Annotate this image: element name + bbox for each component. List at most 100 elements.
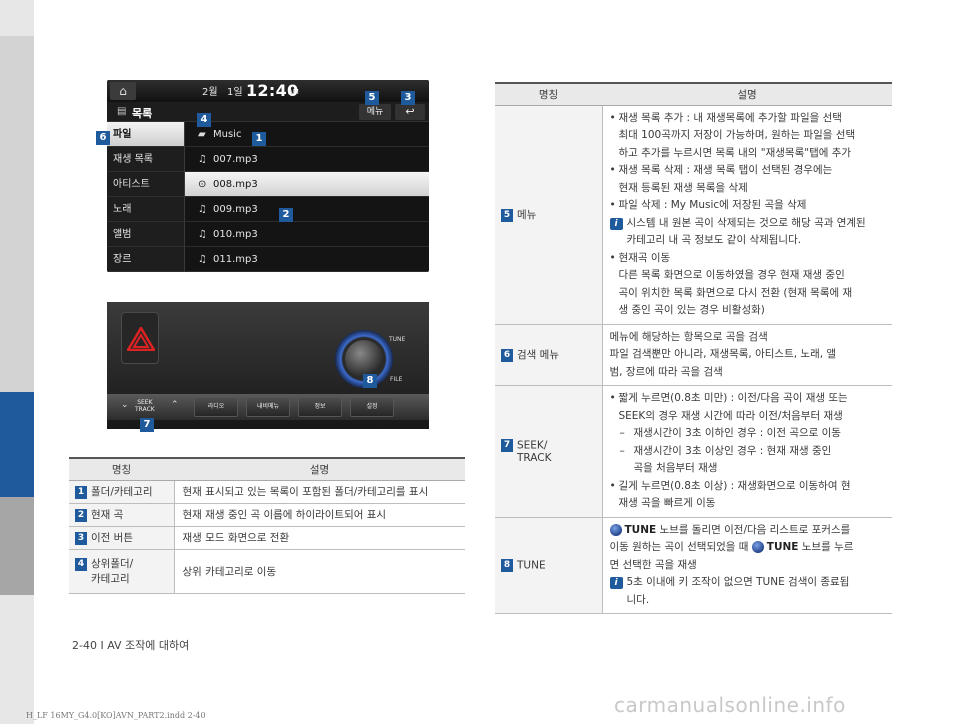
row-marker: 7 (501, 438, 513, 452)
table-row: 5 메뉴 재생 목록 추가 : 내 재생목록에 추가할 파일을 선택 최대 100… (495, 105, 892, 325)
table-header-desc: 설명 (602, 82, 892, 106)
desc-line: 메뉴에 해당하는 항목으로 곡을 검색 (609, 330, 768, 343)
desc-line: 파일 검색뿐만 아니라, 재생목록, 아티스트, 노래, 앨 (609, 348, 837, 360)
file-list: ▰ Music ♫ 007.mp3 ⊙ 008.mp3 ♫ 009.mp3 ♫ … (185, 122, 429, 272)
desc-line: 곡이 위치한 목록 화면으로 다시 전환 (현재 목록에 재 (618, 286, 853, 299)
desc-line: 생 중인 곡이 있는 경우 비활성화) (618, 304, 765, 316)
category-genre[interactable]: 장르 (107, 247, 184, 272)
row-name: 상위폴더/ (91, 558, 134, 570)
list-item[interactable]: ♫ 010.mp3 (185, 222, 429, 247)
home-icon[interactable]: ⌂ (110, 82, 136, 100)
legend-table-1: 명칭 설명 1 폴더/카테고리 현재 표시되고 있는 목록이 포함된 폴더/카테고… (69, 457, 465, 594)
row-desc: 상위 카테고리로 이동 (174, 549, 465, 594)
callout-marker: 6 (96, 131, 110, 145)
nav-menu-button[interactable]: 내비메뉴 (246, 397, 290, 417)
list-item[interactable]: ♫ 007.mp3 (185, 147, 429, 172)
seek-track-button[interactable]: ⌄ SEEK TRACK ⌃ (107, 394, 187, 420)
list-title-bar: ▤ 목록 메뉴 ↩ (107, 102, 429, 122)
row-name-2: TRACK (517, 451, 552, 464)
row-desc: TUNE 노브를 돌리면 이전/다음 리스트로 포커스를 이동 원하는 곡이 선… (602, 517, 892, 614)
legend-table-2: 명칭 설명 5 메뉴 재생 목록 추가 : 내 재생목록에 추가할 파일을 선택 … (495, 82, 892, 614)
row-marker: 8 (501, 558, 513, 572)
desc-line: SEEK의 경우 재생 시간에 따라 이전/처음부터 재생 (618, 409, 843, 422)
category-playlist[interactable]: 재생 목록 (107, 147, 184, 172)
desc-line: 재생 곡을 빠르게 이동 (618, 497, 716, 509)
music-note-icon: ♫ (198, 204, 207, 215)
callout-marker: 5 (365, 91, 379, 105)
desc-line: 재생 목록 추가 : 내 재생목록에 추가할 파일을 선택 (610, 110, 886, 128)
table-header-name: 명칭 (69, 457, 174, 481)
list-item[interactable]: ♫ 011.mp3 (185, 247, 429, 272)
file-name: 010.mp3 (213, 229, 258, 240)
category-file[interactable]: 파일 (107, 122, 184, 147)
category-song[interactable]: 노래 (107, 197, 184, 222)
desc-line: 카테고리 내 곡 정보도 같이 삭제됩니다. (626, 234, 802, 246)
folder-row[interactable]: ▰ Music (185, 122, 429, 147)
file-name: 009.mp3 (213, 204, 258, 215)
desc-text: 노브를 누르 (798, 541, 854, 553)
status-day: 1일 (227, 87, 243, 98)
media-list-screen: ⌂ 2월 1일 12:40 AM ▤ 목록 메뉴 ↩ 파일 재생 목록 아티스트… (107, 80, 429, 272)
watermark: carmanualsonline.info (614, 693, 846, 717)
row-desc: 현재 표시되고 있는 목록이 포함된 폴더/카테고리를 표시 (174, 480, 465, 504)
callout-marker: 8 (363, 374, 377, 388)
row-marker: 5 (501, 208, 513, 222)
table-header-desc: 설명 (174, 457, 465, 481)
page-footer: 2-40 I AV 조작에 대하여 (72, 639, 190, 652)
row-marker: 3 (75, 531, 87, 545)
tune-knob-icon (609, 523, 622, 536)
row-name: 폴더/카테고리 (91, 486, 153, 498)
row-name: 메뉴 (517, 209, 537, 221)
table-row: 3 이전 버튼 재생 모드 화면으로 전환 (69, 526, 465, 550)
category-album[interactable]: 앨범 (107, 222, 184, 247)
desc-line: 면 선택한 곡을 재생 (609, 558, 697, 571)
desc-line: 재생시간이 3초 이하인 경우 : 이전 곡으로 이동 (610, 425, 886, 443)
callout-marker: 1 (252, 132, 266, 146)
table-row: 6 검색 메뉴 메뉴에 해당하는 항목으로 곡을 검색 파일 검색뿐만 아니라, … (495, 324, 892, 386)
row-name: SEEK/ (517, 439, 548, 452)
menu-button[interactable]: 메뉴 (359, 104, 391, 120)
clock-ampm: AM (288, 88, 299, 96)
info-button[interactable]: 정보 (298, 397, 342, 417)
back-arrow-icon[interactable]: ↩ (395, 104, 425, 120)
info-icon: i (609, 577, 623, 589)
desc-line: 현재 등록된 재생 목록을 삭제 (618, 181, 748, 194)
print-slug: H_LF 16MY_G4.0[KO]AVN_PART2.indd 2-40 (26, 711, 206, 720)
tune-knob-icon (751, 541, 764, 553)
desc-line: 다른 목록 화면으로 이동하였을 경우 현재 재생 중인 (618, 269, 845, 281)
category-list: 파일 재생 목록 아티스트 노래 앨범 장르 (107, 122, 185, 272)
callout-marker: 4 (197, 113, 211, 127)
desc-line: 길게 누르면(0.8초 이상) : 재생화면으로 이동하여 현 (610, 478, 886, 496)
tune-word: TUNE (624, 523, 657, 536)
radio-button[interactable]: 라디오 (194, 397, 238, 417)
tune-label: TUNE (389, 336, 406, 343)
music-note-icon: ♫ (198, 254, 207, 265)
info-note: i 시스템 내 원본 곡이 삭제되는 것으로 해당 곡과 연계된 (609, 215, 886, 233)
desc-line: 재생시간이 3초 이상인 경우 : 현재 재생 중인 (610, 443, 886, 461)
file-name: 007.mp3 (213, 154, 258, 165)
settings-button[interactable]: 설정 (350, 397, 394, 417)
status-month: 2월 (202, 87, 218, 98)
table-row: 1 폴더/카테고리 현재 표시되고 있는 목록이 포함된 폴더/카테고리를 표시 (69, 480, 465, 504)
list-icon: ▤ (117, 106, 127, 117)
row-marker: 4 (75, 557, 87, 571)
desc-line: 재생 목록 삭제 : 재생 목록 탭이 선택된 경우에는 (610, 162, 886, 180)
status-bar: ⌂ 2월 1일 12:40 AM (107, 80, 429, 102)
desc-text: 이동 원하는 곡이 선택되었을 때 (609, 541, 752, 553)
table-row: 7 SEEK/TRACK 짧게 누르면(0.8초 미만) : 이전/다음 곡이 재… (495, 385, 892, 518)
callout-marker: 7 (140, 418, 154, 432)
desc-line: 니다. (626, 593, 650, 606)
row-desc: 현재 재생 중인 곡 이름에 하이라이트되어 표시 (174, 503, 465, 527)
hazard-button[interactable] (121, 312, 159, 364)
chevron-down-icon: ⌄ (121, 400, 129, 410)
category-artist[interactable]: 아티스트 (107, 172, 184, 197)
desc-line: 최대 100곡까지 저장이 가능하며, 원하는 파일을 선택 (618, 129, 856, 141)
row-marker: 6 (501, 348, 513, 362)
desc-line: 시스템 내 원본 곡이 삭제되는 것으로 해당 곡과 연계된 (626, 216, 866, 229)
tune-knob[interactable] (345, 340, 383, 378)
desc-line: 짧게 누르면(0.8초 미만) : 이전/다음 곡이 재생 또는 (610, 390, 886, 408)
list-item[interactable]: ♫ 009.mp3 (185, 197, 429, 222)
desc-line: 파일 삭제 : My Music에 저장된 곡을 삭제 (610, 197, 886, 215)
play-circle-icon: ⊙ (198, 179, 207, 190)
list-item-current[interactable]: ⊙ 008.mp3 (185, 172, 429, 197)
